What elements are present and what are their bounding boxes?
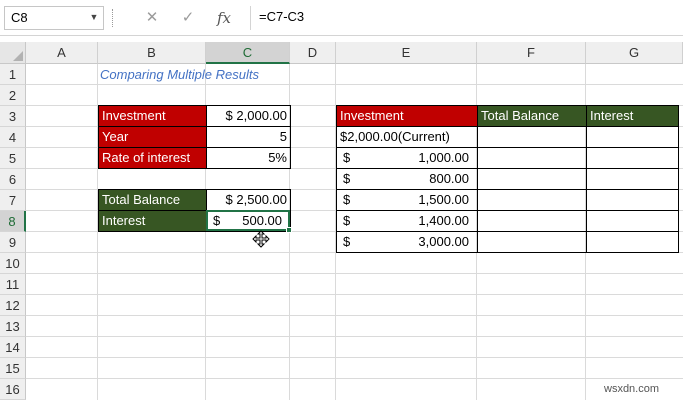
cell-e4[interactable]: $2,000.00(Current) [336,126,478,148]
cell-e8[interactable]: $ 1,400.00 [336,210,478,232]
row-header-14[interactable]: 14 [0,337,26,358]
column-header-g[interactable]: G [586,42,683,64]
cancel-icon[interactable]: ✕ [140,8,164,28]
row-header-7[interactable]: 7 [0,190,26,211]
row-header-11[interactable]: 11 [0,274,26,295]
row-header-8[interactable]: 8 [0,211,26,232]
sheet-title: Comparing Multiple Results [100,67,259,82]
cell-e9[interactable]: $ 3,000.00 [336,231,478,253]
formula-input[interactable]: =C7-C3 [250,6,683,30]
cell-f8[interactable] [477,210,587,232]
column-header-b[interactable]: B [98,42,206,64]
currency-symbol: $ [343,234,351,249]
cell-b5[interactable]: Rate of interest [98,147,207,169]
investment-value: 1,000.00 [418,150,469,165]
cell-c4[interactable]: 5 [206,126,291,148]
cell-b3[interactable]: Investment [98,105,207,127]
currency-symbol: $ [343,213,351,228]
row-header-6[interactable]: 6 [0,169,26,190]
watermark: wsxdn.com [604,383,660,395]
cell-c3[interactable]: $ 2,000.00 [206,105,291,127]
cell-g4[interactable] [586,126,679,148]
chevron-down-icon[interactable]: ▼ [88,9,100,25]
row-header-10[interactable]: 10 [0,253,26,274]
cell-c7[interactable]: $ 2,500.00 [206,189,291,211]
cell-f9[interactable] [477,231,587,253]
column-header-a[interactable]: A [26,42,98,64]
investment-value: 3,000.00 [418,234,469,249]
fill-handle[interactable] [286,227,292,233]
row-header-1[interactable]: 1 [0,64,26,85]
cell-g6[interactable] [586,168,679,190]
investment-value: 1,500.00 [418,192,469,207]
cell-g5[interactable] [586,147,679,169]
investment-value: 1,400.00 [418,213,469,228]
cell-c5[interactable]: 5% [206,147,291,169]
row-header-9[interactable]: 9 [0,232,26,253]
cell-e7[interactable]: $ 1,500.00 [336,189,478,211]
row-header-12[interactable]: 12 [0,295,26,316]
cell-f3[interactable]: Total Balance [477,105,587,127]
cell-e3[interactable]: Investment [336,105,478,127]
column-header-e[interactable]: E [336,42,477,64]
cell-g9[interactable] [586,231,679,253]
cell-g7[interactable] [586,189,679,211]
cell-f4[interactable] [477,126,587,148]
column-header-c[interactable]: C [206,42,290,64]
row-header-2[interactable]: 2 [0,85,26,106]
row-header-13[interactable]: 13 [0,316,26,337]
cell-b8[interactable]: Interest [98,210,207,232]
insert-function-icon[interactable]: fx [212,8,236,28]
cell-e5[interactable]: $ 1,000.00 [336,147,478,169]
active-cell-selection [206,210,290,231]
row-header-4[interactable]: 4 [0,127,26,148]
select-all-icon [13,51,23,61]
row-header-16[interactable]: 16 [0,379,26,400]
cell-g8[interactable] [586,210,679,232]
cell-f6[interactable] [477,168,587,190]
move-cursor-icon [252,230,270,248]
cell-b4[interactable]: Year [98,126,207,148]
currency-symbol: $ [343,171,351,186]
cell-f7[interactable] [477,189,587,211]
cell-e6[interactable]: $ 800.00 [336,168,478,190]
row-header-5[interactable]: 5 [0,148,26,169]
investment-value: 800.00 [429,171,469,186]
cell-g3[interactable]: Interest [586,105,679,127]
currency-symbol: $ [343,192,351,207]
row-header-15[interactable]: 15 [0,358,26,379]
currency-symbol: $ [343,150,351,165]
cell-f5[interactable] [477,147,587,169]
enter-icon[interactable]: ✓ [176,8,200,28]
column-header-f[interactable]: F [477,42,586,64]
row-header-3[interactable]: 3 [0,106,26,127]
cell-b7[interactable]: Total Balance [98,189,207,211]
column-header-d[interactable]: D [290,42,336,64]
formula-bar-separator [112,9,113,27]
